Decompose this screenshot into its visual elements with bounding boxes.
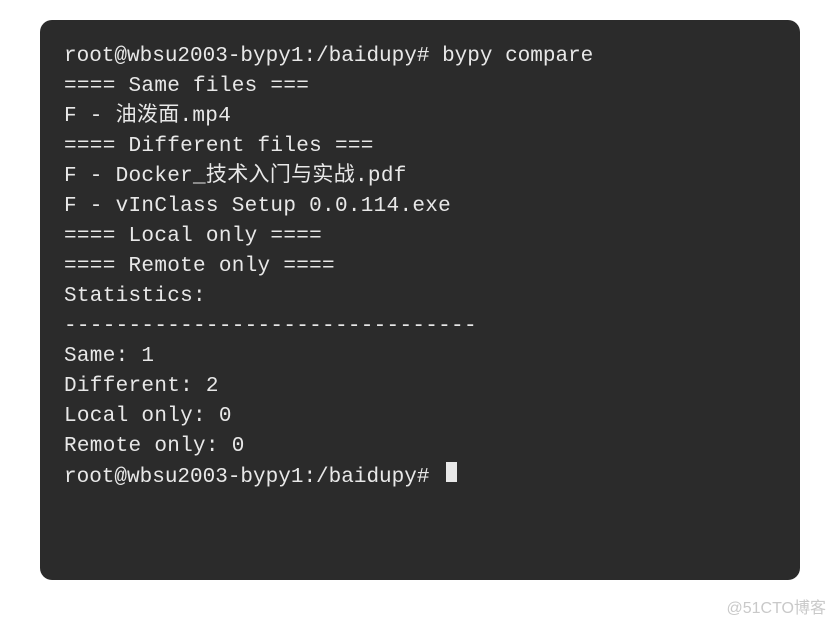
output-line: ==== Different files === xyxy=(64,132,776,162)
output-line: F - 油泼面.mp4 xyxy=(64,102,776,132)
output-line: F - Docker_技术入门与实战.pdf xyxy=(64,162,776,192)
shell-prompt: root@wbsu2003-bypy1:/baidupy# xyxy=(64,42,442,72)
output-line: Local only: 0 xyxy=(64,402,776,432)
watermark-text: @51CTO博客 xyxy=(726,594,826,618)
prompt-line-2: root@wbsu2003-bypy1:/baidupy# xyxy=(64,462,776,493)
command-input: bypy compare xyxy=(442,42,593,72)
output-line: ==== Local only ==== xyxy=(64,222,776,252)
output-line: -------------------------------- xyxy=(64,312,776,342)
output-line: ==== Same files === xyxy=(64,72,776,102)
output-line: F - vInClass Setup 0.0.114.exe xyxy=(64,192,776,222)
output-line: Same: 1 xyxy=(64,342,776,372)
terminal-window[interactable]: root@wbsu2003-bypy1:/baidupy# bypy compa… xyxy=(40,20,800,580)
output-line: Different: 2 xyxy=(64,372,776,402)
prompt-line-1: root@wbsu2003-bypy1:/baidupy# bypy compa… xyxy=(64,42,776,72)
shell-prompt: root@wbsu2003-bypy1:/baidupy# xyxy=(64,463,442,493)
output-line: ==== Remote only ==== xyxy=(64,252,776,282)
output-line: Statistics: xyxy=(64,282,776,312)
output-line: Remote only: 0 xyxy=(64,432,776,462)
cursor-icon xyxy=(446,462,457,482)
